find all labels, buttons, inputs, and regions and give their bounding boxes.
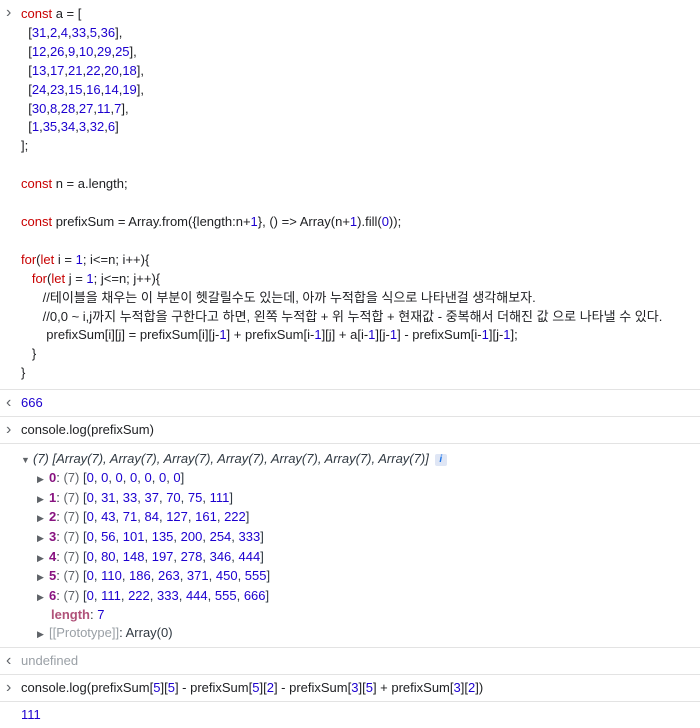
log-statement: console.log(prefixSum): [21, 422, 154, 438]
console-result-666: 666: [0, 390, 700, 418]
log-statement-2: console.log(prefixSum[5][5] - prefixSum[…: [21, 680, 484, 696]
code-line: for(let i = 1; i<=n; i++){: [21, 251, 150, 267]
array-rows: ▶ 0: (7) [0, 0, 0, 0, 0, 0, 0] ▶ 1: (7) [0,…: [21, 469, 692, 606]
expand-triangle-right-icon[interactable]: ▶: [37, 491, 49, 509]
input-prompt-icon: [6, 5, 16, 21]
expand-triangle-right-icon[interactable]: ▶: [37, 471, 49, 489]
output-prompt-icon: [6, 395, 16, 411]
console-array-output: ▼ (7) [Array(7), Array(7), Array(7), Arra…: [0, 444, 700, 649]
array-row-5[interactable]: ▶ 5: (7) [0, 110, 186, 263, 371, 450, 555…: [21, 567, 692, 587]
row-count: (7): [63, 470, 80, 486]
row-count: (7): [63, 548, 80, 564]
row-values: [0, 111, 222, 333, 444, 555, 666]: [82, 587, 270, 603]
info-icon[interactable]: i: [434, 453, 447, 466]
code-line: [31,2,4,33,5,36],: [21, 24, 123, 40]
length-row: length: 7: [51, 607, 105, 623]
code-line: //0,0 ~ i,j까지 누적합을 구한다고 하면, 왼쪽 누적합 + 위 누…: [21, 308, 663, 324]
row-count: (7): [63, 489, 80, 505]
length-value: 7: [97, 607, 105, 623]
input-prompt-icon: [6, 680, 16, 696]
console-input-log[interactable]: console.log(prefixSum): [0, 417, 700, 445]
code-line: [30,8,28,27,11,7],: [21, 100, 129, 116]
prototype-key: [[Prototype]]: [49, 624, 120, 640]
array-row-3[interactable]: ▶ 3: (7) [0, 56, 101, 135, 200, 254, 333]: [21, 528, 692, 548]
prototype-value: Array(0): [125, 624, 173, 640]
input-prompt-icon: [6, 422, 16, 438]
row-values: [0, 31, 33, 37, 70, 75, 111]: [82, 489, 233, 505]
code-line: //테이블을 채우는 이 부분이 헷갈릴수도 있는데, 아까 누적합을 식으로 …: [21, 289, 536, 305]
code-line: [24,23,15,16,14,19],: [21, 81, 145, 97]
code-line: [13,17,21,22,20,18],: [21, 62, 145, 78]
code-line: const prefixSum = Array.from({length:n+1…: [21, 213, 402, 229]
row-values: [0, 0, 0, 0, 0, 0, 0]: [82, 470, 185, 486]
array-row-1[interactable]: ▶ 1: (7) [0, 31, 33, 37, 70, 75, 111]: [21, 489, 692, 509]
row-values: [0, 110, 186, 263, 371, 450, 555]: [82, 568, 271, 584]
code-line: }: [21, 365, 26, 381]
code-line: const a = [: [21, 6, 82, 21]
expand-triangle-down-icon[interactable]: ▼: [21, 451, 33, 469]
row-values: [0, 80, 148, 197, 278, 346, 444]: [82, 548, 264, 564]
result-value: 666: [21, 395, 43, 411]
expand-triangle-right-icon[interactable]: ▶: [37, 589, 49, 607]
row-count: (7): [63, 587, 80, 603]
code-line: }: [21, 346, 37, 362]
array-row-0[interactable]: ▶ 0: (7) [0, 0, 0, 0, 0, 0, 0]: [21, 469, 692, 489]
console-result-undefined: undefined: [0, 648, 700, 676]
row-count: (7): [63, 509, 80, 525]
expand-triangle-right-icon[interactable]: ▶: [37, 510, 49, 528]
array-summary[interactable]: ▼ (7) [Array(7), Array(7), Array(7), Arra…: [21, 450, 692, 469]
prototype-row[interactable]: ▶ [[Prototype]]: Array(0): [21, 624, 692, 644]
expand-triangle-right-icon[interactable]: ▶: [37, 626, 49, 644]
length-key: length: [51, 607, 90, 623]
devtools-console: const a = [ [31,2,4,33,5,36], [12,26,9,1…: [0, 0, 700, 728]
code-line: ];: [21, 138, 29, 154]
result-value-111: 111: [21, 707, 41, 723]
console-input-code[interactable]: const a = [ [31,2,4,33,5,36], [12,26,9,1…: [0, 0, 700, 391]
array-row-6[interactable]: ▶ 6: (7) [0, 111, 222, 333, 444, 555, 666…: [21, 587, 692, 607]
code-line: [1,35,34,3,32,6]: [21, 119, 119, 135]
code-line: const n = a.length;: [21, 176, 128, 192]
console-input-log2[interactable]: console.log(prefixSum[5][5] - prefixSum[…: [0, 675, 700, 703]
code-line: for(let j = 1; j<=n; j++){: [31, 270, 161, 286]
code-line: [12,26,9,10,29,25],: [21, 43, 137, 59]
code-block[interactable]: const a = [ [31,2,4,33,5,36], [12,26,9,1…: [21, 5, 692, 383]
row-values: [0, 56, 101, 135, 200, 254, 333]: [82, 528, 264, 544]
expand-triangle-right-icon[interactable]: ▶: [37, 550, 49, 568]
array-row-4[interactable]: ▶ 4: (7) [0, 80, 148, 197, 278, 346, 444]: [21, 548, 692, 568]
array-row-2[interactable]: ▶ 2: (7) [0, 43, 71, 84, 127, 161, 222]: [21, 508, 692, 528]
result-undefined: undefined: [21, 653, 79, 669]
expand-triangle-right-icon[interactable]: ▶: [37, 569, 49, 587]
output-prompt-icon: [6, 653, 16, 669]
row-count: (7): [63, 528, 80, 544]
code-line: prefixSum[i][j] = prefixSum[i][j-1] + pr…: [21, 327, 518, 343]
row-count: (7): [63, 568, 80, 584]
expand-triangle-right-icon[interactable]: ▶: [37, 530, 49, 548]
row-values: [0, 43, 71, 84, 127, 161, 222]: [82, 509, 250, 525]
console-result-111: 111: [0, 702, 700, 728]
